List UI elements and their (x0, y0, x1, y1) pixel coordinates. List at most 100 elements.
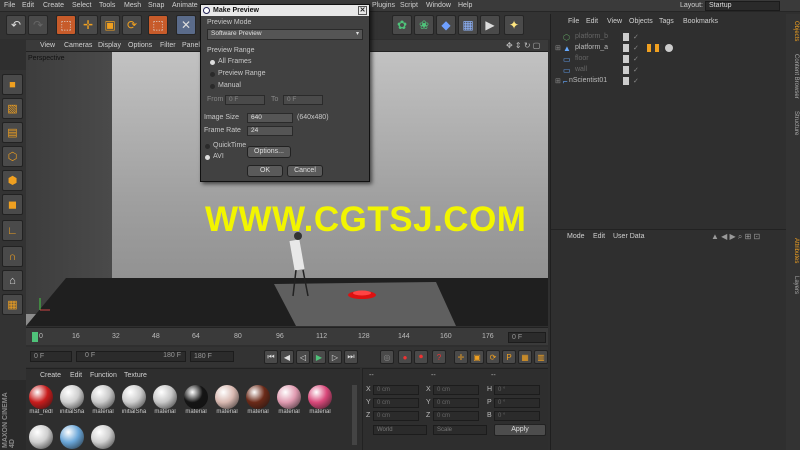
timeline-options-icon[interactable]: ▥ (534, 350, 548, 364)
play-icon[interactable]: ▶ (312, 350, 326, 364)
obj-menu-view[interactable]: View (607, 18, 622, 25)
object-row[interactable]: ▭ floor ✓ (555, 55, 785, 65)
material-swatch[interactable]: material (245, 385, 271, 415)
visibility-icon[interactable] (623, 33, 629, 41)
image-size-field[interactable]: 640 (247, 113, 293, 123)
edges-mode-icon[interactable]: ⬢ (2, 170, 23, 191)
live-selection-icon[interactable]: ⬚ (56, 15, 76, 35)
menu-help[interactable]: Help (458, 2, 472, 9)
current-frame-field[interactable]: 0 F (508, 332, 546, 343)
visibility-icon[interactable] (623, 66, 629, 74)
x-axis-icon[interactable]: ✕ (176, 15, 196, 35)
menu-animate[interactable]: Animate (172, 2, 198, 9)
mat-menu-create[interactable]: Create (40, 372, 61, 379)
obj-menu-bookmarks[interactable]: Bookmarks (683, 18, 718, 25)
enable-check-icon[interactable]: ✓ (633, 33, 639, 41)
key-rotation-icon[interactable]: ⟳ (486, 350, 500, 364)
enable-check-icon[interactable]: ✓ (633, 66, 639, 74)
lock-icon[interactable]: ⌂ (2, 270, 23, 291)
obj-menu-edit[interactable]: Edit (586, 18, 598, 25)
material-swatch[interactable]: initialSha (59, 385, 85, 415)
material-swatch[interactable] (59, 425, 85, 449)
vp-menu-view[interactable]: View (40, 42, 55, 49)
obj-menu-file[interactable]: File (568, 18, 579, 25)
vp-menu-cameras[interactable]: Cameras (64, 42, 92, 49)
material-swatch[interactable]: material (276, 385, 302, 415)
obj-menu-tags[interactable]: Tags (659, 18, 674, 25)
coord-pos-y[interactable]: 0 cm (373, 398, 419, 408)
prev-key-icon[interactable]: ◀ (280, 350, 294, 364)
coord-mode-scale[interactable]: Scale (433, 425, 487, 435)
menu-script[interactable]: Script (400, 2, 418, 9)
record-icon[interactable]: ● (398, 350, 412, 364)
object-row[interactable]: ⊞ ▲ platform_a ✓ (555, 44, 785, 54)
attr-menu-mode[interactable]: Mode (567, 233, 585, 240)
vp-menu-filter[interactable]: Filter (160, 42, 176, 49)
key-scale-icon[interactable]: ▣ (470, 350, 484, 364)
material-swatch[interactable]: material (214, 385, 240, 415)
light-icon[interactable]: ✦ (504, 15, 524, 35)
coord-size-y[interactable]: 0 cm (433, 398, 479, 408)
menu-create[interactable]: Create (43, 2, 64, 9)
vp-menu-panel[interactable]: Panel (182, 42, 200, 49)
axis-icon[interactable]: ∟ (2, 220, 23, 241)
coord-pos-z[interactable]: 0 cm (373, 411, 419, 421)
mat-menu-edit[interactable]: Edit (70, 372, 82, 379)
scale-icon[interactable]: ▣ (100, 15, 120, 35)
vp-menu-options[interactable]: Options (128, 42, 152, 49)
tab-content-browser[interactable]: Content Browser (787, 48, 799, 104)
radio-avi[interactable] (205, 155, 210, 160)
enable-check-icon[interactable]: ✓ (633, 44, 639, 52)
object-row[interactable]: ⊞ ⌐ nScientist01 ✓ (555, 77, 785, 87)
recent-tool-icon[interactable]: ⬚ (148, 15, 168, 35)
tab-objects[interactable]: Objects (787, 16, 799, 46)
material-swatch[interactable]: mat_redl (28, 385, 54, 415)
timeline-playhead[interactable] (32, 332, 38, 342)
tab-structure[interactable]: Structure (787, 106, 799, 140)
material-swatch[interactable]: material (152, 385, 178, 415)
object-row[interactable]: ⬡ platform_b ✓ (555, 33, 785, 43)
rotate-icon[interactable]: ⟳ (122, 15, 142, 35)
next-frame-icon[interactable]: ▷ (328, 350, 342, 364)
attr-menu-edit[interactable]: Edit (593, 233, 605, 240)
radio-quicktime[interactable] (205, 144, 210, 149)
scene-icon[interactable]: ▦ (458, 15, 478, 35)
key-parameter-icon[interactable]: P (502, 350, 516, 364)
mat-menu-function[interactable]: Function (90, 372, 117, 379)
prev-frame-icon[interactable]: ◁ (296, 350, 310, 364)
menu-window[interactable]: Window (426, 2, 451, 9)
coord-rot-h[interactable]: 0 ° (494, 385, 540, 395)
menu-snap[interactable]: Snap (148, 2, 164, 9)
radio-preview-range[interactable] (210, 72, 215, 77)
visibility-icon[interactable] (623, 55, 629, 63)
visibility-icon[interactable] (623, 44, 629, 52)
attr-menu-userdata[interactable]: User Data (613, 233, 645, 240)
options-button[interactable]: Options... (247, 146, 291, 158)
model-mode-icon[interactable]: ■ (2, 74, 23, 95)
object-row[interactable]: ▭ wall ✓ (555, 66, 785, 76)
enable-check-icon[interactable]: ✓ (633, 77, 639, 85)
radio-all-frames[interactable] (210, 60, 215, 65)
expand-icon[interactable]: ⊞ (555, 44, 561, 52)
material-swatch[interactable]: material (90, 385, 116, 415)
camera-icon[interactable]: ▶ (480, 15, 500, 35)
coord-mode-world[interactable]: World (373, 425, 427, 435)
goto-start-icon[interactable]: ⏮ (264, 350, 278, 364)
menu-edit[interactable]: Edit (22, 2, 34, 9)
workplane-icon[interactable]: ▤ (2, 122, 23, 143)
coord-pos-x[interactable]: 0 cm (373, 385, 419, 395)
points-mode-icon[interactable]: ⬡ (2, 146, 23, 167)
obj-menu-objects[interactable]: Objects (629, 18, 653, 25)
enable-check-icon[interactable]: ✓ (633, 55, 639, 63)
keyframe-selection-icon[interactable]: ? (432, 350, 446, 364)
material-swatch[interactable]: material (183, 385, 209, 415)
end-frame-field[interactable]: 180 F (190, 351, 234, 362)
material-scrollbar[interactable] (352, 385, 357, 445)
coord-size-x[interactable]: 0 cm (433, 385, 479, 395)
timeline-ruler[interactable]: 0 16 32 48 64 80 96 112 128 144 160 176 … (26, 327, 548, 345)
from-field[interactable]: 0 F (225, 95, 265, 105)
goto-end-icon[interactable]: ⏭ (344, 350, 358, 364)
key-position-icon[interactable]: ✛ (454, 350, 468, 364)
texture-mode-icon[interactable]: ▧ (2, 98, 23, 119)
menu-tools[interactable]: Tools (99, 2, 115, 9)
